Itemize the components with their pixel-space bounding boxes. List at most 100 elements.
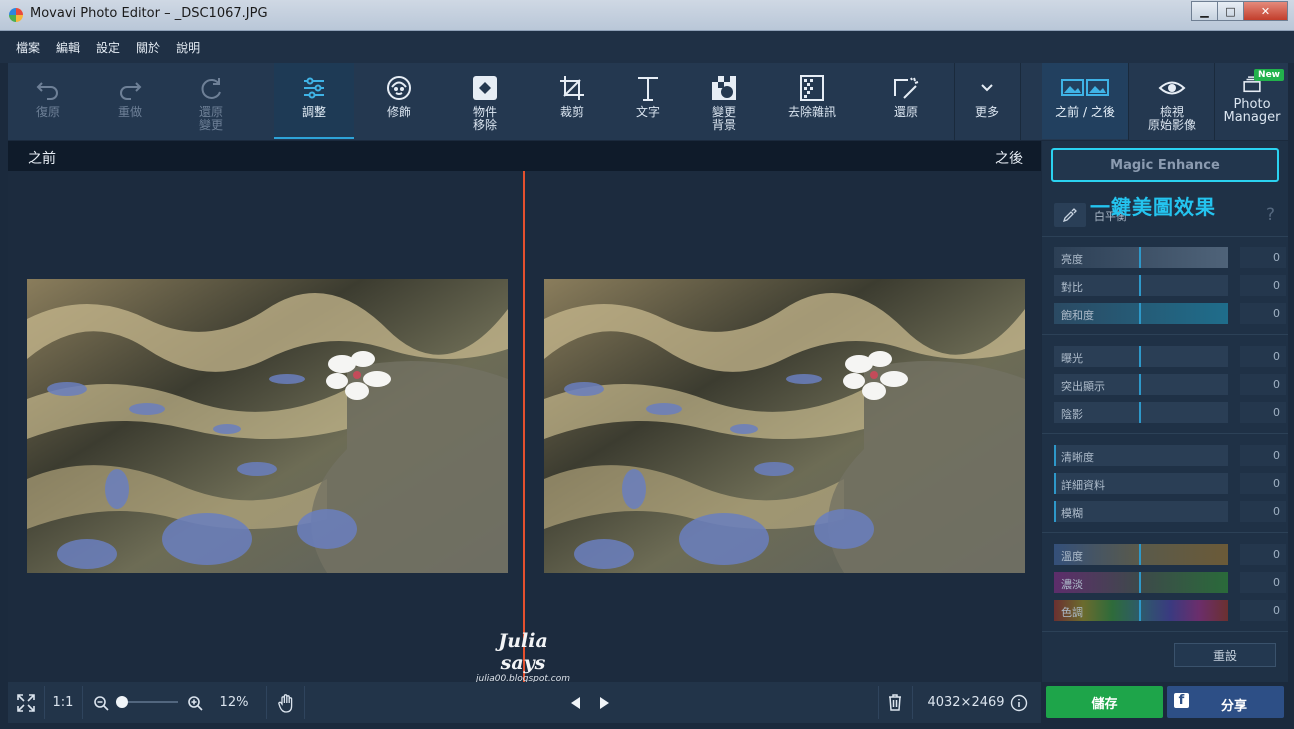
saturation-value[interactable]: 0: [1240, 303, 1286, 324]
facebook-icon: f: [1174, 693, 1189, 708]
zoom-out-icon: [94, 695, 109, 711]
tab-adjust[interactable]: 調整: [274, 63, 354, 139]
undo-label: 復原: [35, 105, 60, 119]
view-original-button[interactable]: 檢視 原始影像: [1130, 63, 1214, 139]
bottom-bar: 1:1 12% 4032×2469: [8, 682, 1041, 723]
before-after-label: 之前 / 之後: [1055, 105, 1115, 119]
magic-enhance-button[interactable]: Magic Enhance: [1051, 148, 1279, 182]
object-removal-icon: [473, 76, 497, 100]
menu-settings[interactable]: 設定: [96, 39, 120, 56]
share-button[interactable]: f 分享: [1167, 686, 1284, 718]
brightness-label: 亮度: [1061, 253, 1083, 266]
actual-size-button[interactable]: 1:1: [45, 682, 81, 723]
shadows-slider[interactable]: 陰影 0: [1054, 402, 1286, 423]
exposure-value[interactable]: 0: [1240, 346, 1286, 367]
before-after-icon: [1061, 79, 1109, 96]
fullscreen-icon: [17, 693, 35, 712]
saturation-label: 飽和度: [1061, 309, 1094, 322]
tab-denoise[interactable]: 去除雜訊: [774, 63, 850, 139]
clarity-value[interactable]: 0: [1240, 445, 1286, 466]
before-label: 之前: [28, 151, 56, 167]
tint-slider[interactable]: 濃淡 0: [1054, 572, 1286, 593]
minimize-button[interactable]: ▁: [1191, 1, 1218, 21]
highlights-slider[interactable]: 突出顯示 0: [1054, 374, 1286, 395]
restore-changes-button[interactable]: 還原 變更: [172, 63, 250, 139]
zoom-slider[interactable]: [116, 682, 180, 723]
save-button[interactable]: 儲存: [1046, 686, 1163, 718]
tab-text[interactable]: 文字: [610, 63, 686, 139]
tab-restoration[interactable]: 還原: [868, 63, 944, 139]
contrast-slider[interactable]: 對比 0: [1054, 275, 1286, 296]
title-bar: Movavi Photo Editor – _DSC1067.JPG ▁ □ ✕: [0, 0, 1294, 31]
pan-hand-button[interactable]: [270, 682, 304, 723]
tab-crop[interactable]: 裁剪: [534, 63, 610, 139]
image-info-button[interactable]: [1008, 682, 1030, 723]
close-button[interactable]: ✕: [1243, 1, 1288, 21]
detail-label: 詳細資料: [1061, 479, 1105, 492]
menu-help[interactable]: 說明: [176, 39, 200, 56]
blur-label: 模糊: [1061, 507, 1083, 520]
object-removal-label: 物件 移除: [472, 105, 497, 132]
restore-label: 還原 變更: [198, 105, 223, 132]
clarity-slider[interactable]: 清晰度 0: [1054, 445, 1286, 466]
tab-object-removal[interactable]: 物件 移除: [446, 63, 524, 139]
photo-manager-button[interactable]: New Photo Manager: [1216, 63, 1288, 139]
temperature-label: 溫度: [1061, 550, 1083, 563]
watermark: Julia says julia00.blogspot.com: [473, 630, 573, 684]
temperature-slider[interactable]: 溫度 0: [1054, 544, 1286, 565]
exposure-slider[interactable]: 曝光 0: [1054, 346, 1286, 367]
tab-before-after[interactable]: 之前 / 之後: [1042, 63, 1128, 139]
saturation-slider[interactable]: 飽和度 0: [1054, 303, 1286, 324]
fullscreen-button[interactable]: [8, 682, 44, 723]
tab-retouch[interactable]: 修飾: [360, 63, 438, 139]
zoom-level: 12%: [219, 695, 249, 710]
adjust-label: 調整: [301, 105, 326, 119]
undo-icon: [36, 82, 58, 100]
delete-button[interactable]: [882, 682, 908, 723]
zoom-in-icon: [188, 695, 203, 711]
blur-slider[interactable]: 模糊 0: [1054, 501, 1286, 522]
next-image-button[interactable]: [594, 682, 616, 723]
detail-slider[interactable]: 詳細資料 0: [1054, 473, 1286, 494]
arrow-right-icon: [600, 696, 609, 709]
blur-value[interactable]: 0: [1240, 501, 1286, 522]
tint-value[interactable]: 0: [1240, 572, 1286, 593]
menu-edit[interactable]: 編輯: [56, 39, 80, 56]
menu-bar: 檔案 編輯 設定 關於 說明: [0, 31, 1294, 63]
new-badge: New: [1254, 69, 1284, 81]
white-balance-picker-button[interactable]: [1054, 203, 1086, 227]
redo-label: 重做: [117, 105, 142, 119]
image-viewer[interactable]: 之前 之後 Julia says julia00.blogspot.com: [8, 141, 1041, 684]
zoom-slider-handle[interactable]: [116, 696, 128, 708]
hue-value[interactable]: 0: [1240, 600, 1286, 621]
redo-button[interactable]: 重做: [90, 63, 170, 139]
crop-label: 裁剪: [559, 105, 584, 119]
more-button[interactable]: 更多: [956, 63, 1018, 139]
previous-image-button[interactable]: [564, 682, 586, 723]
contrast-value[interactable]: 0: [1240, 275, 1286, 296]
menu-file[interactable]: 檔案: [16, 39, 40, 56]
detail-value[interactable]: 0: [1240, 473, 1286, 494]
view-original-label: 檢視 原始影像: [1147, 105, 1196, 132]
image-dimensions: 4032×2469: [927, 695, 1005, 710]
watermark-title: Julia says: [498, 630, 548, 674]
maximize-button[interactable]: □: [1217, 1, 1244, 21]
magic-enhance-label: Magic Enhance: [1110, 157, 1220, 173]
tab-change-background[interactable]: 變更 背景: [686, 63, 762, 139]
zoom-out-button[interactable]: [90, 682, 112, 723]
shadows-value[interactable]: 0: [1240, 402, 1286, 423]
redo-icon: [120, 82, 142, 100]
more-label: 更多: [974, 105, 999, 119]
menu-about[interactable]: 關於: [136, 39, 160, 56]
before-after-divider[interactable]: [523, 171, 525, 682]
highlights-value[interactable]: 0: [1240, 374, 1286, 395]
clarity-label: 清晰度: [1061, 451, 1094, 464]
zoom-in-button[interactable]: [184, 682, 206, 723]
reset-button[interactable]: 重設: [1174, 643, 1276, 667]
undo-button[interactable]: 復原: [8, 63, 88, 139]
brightness-value[interactable]: 0: [1240, 247, 1286, 268]
brightness-slider[interactable]: 亮度 0: [1054, 247, 1286, 268]
help-icon[interactable]: ?: [1266, 205, 1275, 225]
temperature-value[interactable]: 0: [1240, 544, 1286, 565]
hue-slider[interactable]: 色調 0: [1054, 600, 1286, 621]
